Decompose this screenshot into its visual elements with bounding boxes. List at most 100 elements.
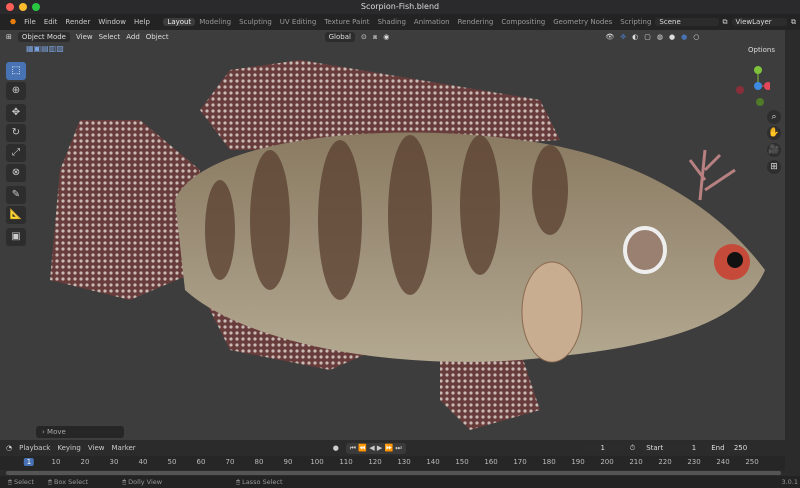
frame-tick: 200	[600, 458, 614, 466]
end-frame-field[interactable]: End 250	[707, 443, 752, 453]
shading-rendered-icon[interactable]: ○	[693, 33, 699, 41]
tab-sculpting[interactable]: Sculpting	[235, 18, 276, 26]
menu-help[interactable]: Help	[130, 18, 154, 26]
tab-texture-paint[interactable]: Texture Paint	[320, 18, 373, 26]
menu-marker[interactable]: Marker	[111, 444, 135, 452]
3d-viewport[interactable]	[0, 30, 785, 440]
visibility-icon[interactable]: 👁	[605, 33, 614, 41]
frame-tick: 30	[109, 458, 119, 466]
overlay-toggle-icon[interactable]: ◐	[632, 33, 638, 41]
view-layer-selector[interactable]: ViewLayer	[731, 18, 787, 26]
timeline-scrollbar[interactable]	[6, 471, 781, 475]
pan-hand-icon[interactable]: ✋	[767, 126, 781, 140]
scene-selector[interactable]: Scene	[655, 18, 719, 26]
close-button[interactable]	[6, 3, 14, 11]
playback-controls[interactable]: ⏮ ⏪ ◀ ▶ ⏩ ⏭	[345, 442, 406, 454]
title-bar: Scorpion-Fish.blend	[0, 0, 800, 14]
orientation-selector[interactable]: Global	[324, 32, 355, 42]
menu-select[interactable]: Select	[99, 33, 121, 41]
scale-icon[interactable]: ⤢	[6, 144, 26, 162]
current-frame-marker[interactable]: 1	[23, 458, 35, 466]
version-label: 3.0.1	[781, 478, 798, 486]
tab-modeling[interactable]: Modeling	[195, 18, 235, 26]
proportional-edit-icon[interactable]: ◉	[383, 33, 389, 41]
frame-tick: 10	[51, 458, 61, 466]
record-icon[interactable]: ●	[333, 444, 339, 452]
mode-selector[interactable]: Object Mode	[17, 32, 70, 42]
current-frame-field[interactable]: 1	[582, 443, 623, 453]
maximize-button[interactable]	[32, 3, 40, 11]
frame-tick: 160	[484, 458, 498, 466]
frame-tick: 60	[196, 458, 206, 466]
shading-solid-icon[interactable]: ●	[669, 33, 675, 41]
shading-material-icon[interactable]: ●	[681, 33, 687, 41]
frame-tick: 230	[687, 458, 701, 466]
menu-timeline-view[interactable]: View	[88, 444, 105, 452]
xray-icon[interactable]: ▢	[644, 33, 651, 41]
transform-icon[interactable]: ⊗	[6, 164, 26, 182]
frame-tick: 120	[368, 458, 382, 466]
stopwatch-icon[interactable]: ⏱	[630, 444, 635, 453]
frame-tick: 70	[225, 458, 235, 466]
tab-shading[interactable]: Shading	[373, 18, 409, 26]
menu-add[interactable]: Add	[126, 33, 140, 41]
frame-tick: 220	[658, 458, 672, 466]
timeline-editor-icon[interactable]: ◔	[6, 444, 12, 452]
frame-ruler[interactable]: 1 10 20 30 40 50 60 70 80 90 100 110 120 130 140 150 160…	[0, 456, 785, 470]
frame-tick: 130	[397, 458, 411, 466]
tab-scripting[interactable]: Scripting	[616, 18, 655, 26]
rotate-icon[interactable]: ↻	[6, 124, 26, 142]
snap-icon[interactable]: ⧈	[373, 33, 377, 42]
tab-uv-editing[interactable]: UV Editing	[276, 18, 321, 26]
menu-keying[interactable]: Keying	[57, 444, 81, 452]
cursor-icon[interactable]: ⊕	[6, 82, 26, 100]
shading-wireframe-icon[interactable]: ◍	[657, 33, 663, 41]
new-view-layer-icon[interactable]: ⧉	[787, 18, 800, 27]
tab-animation[interactable]: Animation	[410, 18, 454, 26]
menu-edit[interactable]: Edit	[40, 18, 62, 26]
tab-rendering[interactable]: Rendering	[454, 18, 498, 26]
frame-tick: 140	[426, 458, 440, 466]
zoom-icon[interactable]: ⌕	[767, 110, 781, 124]
editor-type-icon[interactable]: ⊞	[6, 33, 12, 41]
menu-window[interactable]: Window	[94, 18, 130, 26]
status-box-select: 🖱 Box Select	[48, 477, 89, 486]
start-frame-field[interactable]: Start 1	[642, 443, 701, 453]
menu-view[interactable]: View	[76, 33, 93, 41]
properties-strip[interactable]	[785, 30, 800, 440]
pivot-icon[interactable]: ⊙	[361, 33, 367, 41]
measure-icon[interactable]: 📐	[6, 206, 26, 224]
status-dolly-view: 🖱 Dolly View	[122, 477, 163, 486]
last-operator-panel[interactable]: › Move	[36, 426, 124, 438]
move-icon[interactable]: ✥	[6, 104, 26, 122]
annotate-icon[interactable]: ✎	[6, 186, 26, 204]
grid-view-icon[interactable]: ⊞	[767, 160, 781, 174]
frame-tick: 80	[254, 458, 264, 466]
minimize-button[interactable]	[19, 3, 27, 11]
frame-tick: 180	[542, 458, 556, 466]
menu-file[interactable]: File	[20, 18, 40, 26]
new-scene-icon[interactable]: ⧉	[719, 18, 732, 27]
window-title: Scorpion-Fish.blend	[360, 2, 440, 11]
tab-layout[interactable]: Layout	[163, 18, 196, 26]
tab-compositing[interactable]: Compositing	[497, 18, 549, 26]
frame-tick: 100	[310, 458, 324, 466]
frame-tick: 240	[716, 458, 730, 466]
timeline-header: ◔ Playback Keying View Marker ● ⏮ ⏪ ◀ ▶ …	[0, 440, 800, 456]
select-box-icon[interactable]: ⬚	[6, 62, 26, 80]
frame-tick: 40	[138, 458, 148, 466]
frame-tick: 150	[455, 458, 469, 466]
blender-logo-icon[interactable]: ⬣	[6, 18, 20, 26]
menu-render[interactable]: Render	[61, 18, 94, 26]
options-dropdown[interactable]: Options	[748, 46, 775, 54]
tab-geometry-nodes[interactable]: Geometry Nodes	[549, 18, 616, 26]
selection-mode-icons[interactable]: ▦▣▤▥▧	[26, 44, 64, 53]
gizmo-toggle-icon[interactable]: ✥	[620, 33, 626, 41]
add-cube-icon[interactable]: ▣	[6, 228, 26, 246]
frame-tick: 20	[80, 458, 90, 466]
camera-icon[interactable]: 🎥	[767, 143, 781, 157]
frame-tick: 50	[167, 458, 177, 466]
menu-playback[interactable]: Playback	[19, 444, 50, 452]
menu-object[interactable]: Object	[146, 33, 169, 41]
navigation-gizmo[interactable]	[730, 62, 770, 110]
